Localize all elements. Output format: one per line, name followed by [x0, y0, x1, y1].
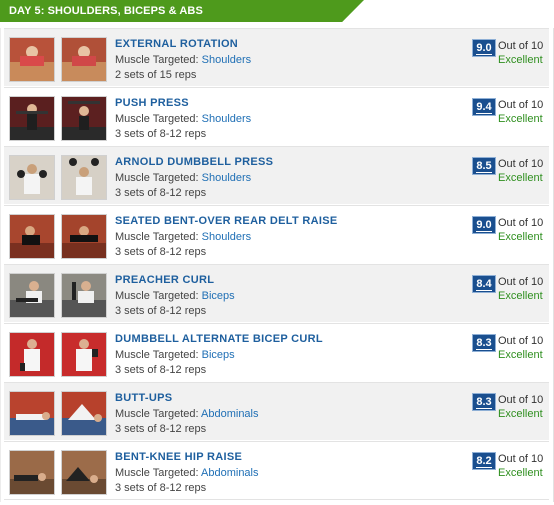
muscle-targeted: Muscle Targeted: Shoulders — [115, 113, 251, 125]
exercise-name-link[interactable]: BENT-KNEE HIP RAISE — [115, 451, 242, 463]
muscle-link[interactable]: Abdominals — [201, 467, 258, 479]
exercise-end-photo[interactable] — [61, 155, 107, 200]
day-header-title: DAY 5: SHOULDERS, BICEPS & ABS — [9, 5, 203, 17]
sets-reps: 3 sets of 8-12 reps — [115, 246, 207, 258]
rating-score-badge[interactable]: 8.3 — [472, 334, 496, 352]
rating-scale: Out of 10 — [498, 217, 544, 229]
exercise-start-photo[interactable] — [9, 214, 55, 259]
rating-score-value: 9.4 — [476, 101, 492, 114]
muscle-targeted-label: Muscle Targeted: — [115, 408, 202, 420]
rating-score-value: 8.5 — [476, 160, 492, 173]
muscle-link[interactable]: Abdominals — [201, 408, 258, 420]
exercise-row: DUMBBELL ALTERNATE BICEP CURL Muscle Tar… — [4, 323, 549, 381]
exercise-row: BENT-KNEE HIP RAISE Muscle Targeted: Abd… — [4, 441, 549, 500]
exercise-name-link[interactable]: PUSH PRESS — [115, 97, 189, 109]
muscle-targeted: Muscle Targeted: Shoulders — [115, 231, 251, 243]
rating-scale: Out of 10 — [498, 394, 544, 406]
exercise-name-link[interactable]: BUTT-UPS — [115, 392, 172, 404]
exercise-end-photo[interactable] — [61, 391, 107, 436]
rating-label: Excellent — [498, 467, 543, 479]
exercise-end-photo[interactable] — [61, 273, 107, 318]
exercise-name-link[interactable]: SEATED BENT-OVER REAR DELT RAISE — [115, 215, 338, 227]
sets-reps: 3 sets of 8-12 reps — [115, 128, 207, 140]
exercise-start-photo[interactable] — [9, 450, 55, 495]
muscle-targeted: Muscle Targeted: Biceps — [115, 290, 235, 302]
exercise-name-link[interactable]: EXTERNAL ROTATION — [115, 38, 238, 50]
muscle-link[interactable]: Shoulders — [202, 172, 252, 184]
exercise-start-photo[interactable] — [9, 273, 55, 318]
sets-reps: 3 sets of 8-12 reps — [115, 187, 207, 199]
rating-label: Excellent — [498, 172, 543, 184]
exercise-row: PREACHER CURL Muscle Targeted: Biceps 3 … — [4, 264, 549, 322]
sets-reps: 3 sets of 8-12 reps — [115, 364, 207, 376]
exercise-start-photo[interactable] — [9, 332, 55, 377]
rating-score-value: 8.3 — [476, 396, 492, 409]
exercise-name-link[interactable]: PREACHER CURL — [115, 274, 214, 286]
rating-score-badge[interactable]: 9.4 — [472, 98, 496, 116]
rating-scale: Out of 10 — [498, 335, 544, 347]
muscle-targeted: Muscle Targeted: Abdominals — [115, 408, 259, 420]
rating-score-badge[interactable]: 8.3 — [472, 393, 496, 411]
exercise-row: EXTERNAL ROTATION Muscle Targeted: Shoul… — [4, 28, 549, 86]
rating-scale: Out of 10 — [498, 276, 544, 288]
muscle-targeted-label: Muscle Targeted: — [115, 467, 202, 479]
exercise-name-link[interactable]: ARNOLD DUMBBELL PRESS — [115, 156, 273, 168]
muscle-targeted: Muscle Targeted: Biceps — [115, 349, 235, 361]
rating-label: Excellent — [498, 349, 543, 361]
rating-score-badge[interactable]: 8.4 — [472, 275, 496, 293]
muscle-targeted-label: Muscle Targeted: — [115, 231, 202, 243]
muscle-link[interactable]: Biceps — [202, 290, 235, 302]
rating-score-badge[interactable]: 8.2 — [472, 452, 496, 470]
day-header-banner: DAY 5: SHOULDERS, BICEPS & ABS — [0, 0, 364, 22]
muscle-targeted: Muscle Targeted: Abdominals — [115, 467, 259, 479]
rating-score-value: 8.3 — [476, 337, 492, 350]
rating-score-value: 8.4 — [476, 278, 492, 291]
muscle-link[interactable]: Shoulders — [202, 231, 252, 243]
muscle-targeted-label: Muscle Targeted: — [115, 290, 202, 302]
exercise-name-link[interactable]: DUMBBELL ALTERNATE BICEP CURL — [115, 333, 323, 345]
muscle-targeted-label: Muscle Targeted: — [115, 172, 202, 184]
rating-scale: Out of 10 — [498, 453, 544, 465]
rating-label: Excellent — [498, 290, 543, 302]
rating-scale: Out of 10 — [498, 40, 544, 52]
rating-score-badge[interactable]: 8.5 — [472, 157, 496, 175]
rating-scale: Out of 10 — [498, 99, 544, 111]
rating-score-value: 9.0 — [476, 42, 492, 55]
muscle-targeted-label: Muscle Targeted: — [115, 54, 202, 66]
rating-label: Excellent — [498, 408, 543, 420]
exercise-row: ARNOLD DUMBBELL PRESS Muscle Targeted: S… — [4, 146, 549, 204]
rating-scale: Out of 10 — [498, 158, 544, 170]
exercise-list: EXTERNAL ROTATION Muscle Targeted: Shoul… — [0, 28, 554, 502]
rating-score-value: 9.0 — [476, 219, 492, 232]
rating-label: Excellent — [498, 231, 543, 243]
sets-reps: 3 sets of 8-12 reps — [115, 423, 207, 435]
exercise-end-photo[interactable] — [61, 450, 107, 495]
rating-score-value: 8.2 — [476, 455, 492, 468]
sets-reps: 3 sets of 8-12 reps — [115, 305, 207, 317]
sets-reps: 3 sets of 8-12 reps — [115, 482, 207, 494]
rating-label: Excellent — [498, 54, 543, 66]
exercise-end-photo[interactable] — [61, 332, 107, 377]
exercise-start-photo[interactable] — [9, 155, 55, 200]
rating-score-badge[interactable]: 9.0 — [472, 39, 496, 57]
rating-score-badge[interactable]: 9.0 — [472, 216, 496, 234]
exercise-end-photo[interactable] — [61, 37, 107, 82]
exercise-row: PUSH PRESS Muscle Targeted: Shoulders 3 … — [4, 87, 549, 145]
rating-label: Excellent — [498, 113, 543, 125]
exercise-row: SEATED BENT-OVER REAR DELT RAISE Muscle … — [4, 205, 549, 263]
muscle-link[interactable]: Shoulders — [202, 113, 252, 125]
muscle-targeted-label: Muscle Targeted: — [115, 113, 202, 125]
muscle-targeted-label: Muscle Targeted: — [115, 349, 202, 361]
exercise-row: BUTT-UPS Muscle Targeted: Abdominals 3 s… — [4, 382, 549, 440]
exercise-start-photo[interactable] — [9, 96, 55, 141]
exercise-start-photo[interactable] — [9, 391, 55, 436]
exercise-end-photo[interactable] — [61, 214, 107, 259]
exercise-end-photo[interactable] — [61, 96, 107, 141]
muscle-link[interactable]: Biceps — [202, 349, 235, 361]
sets-reps: 2 sets of 15 reps — [115, 69, 197, 81]
exercise-start-photo[interactable] — [9, 37, 55, 82]
muscle-link[interactable]: Shoulders — [202, 54, 252, 66]
muscle-targeted: Muscle Targeted: Shoulders — [115, 54, 251, 66]
muscle-targeted: Muscle Targeted: Shoulders — [115, 172, 251, 184]
